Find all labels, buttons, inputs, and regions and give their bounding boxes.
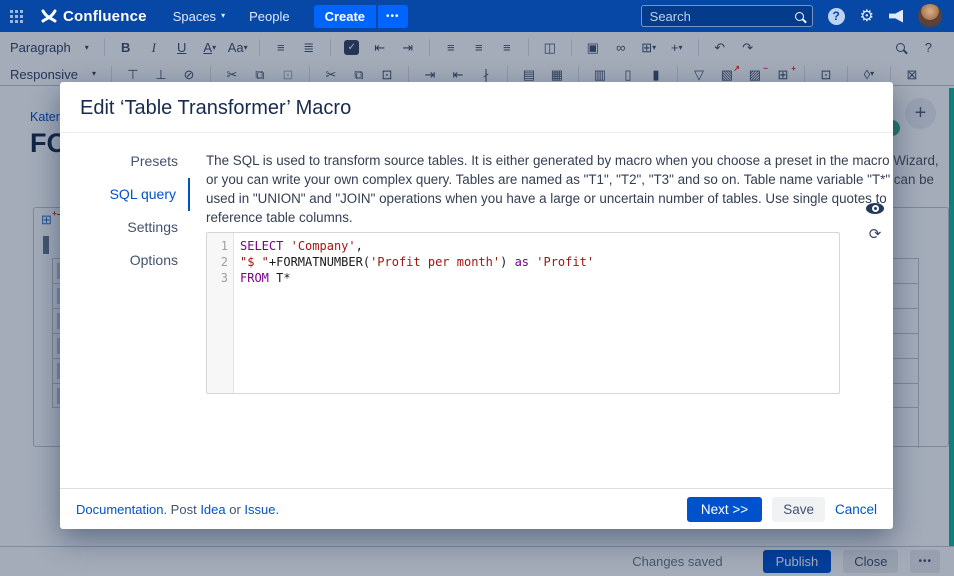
- footer-buttons: Next >> Save Cancel: [687, 497, 877, 522]
- confluence-logo[interactable]: Confluence: [41, 8, 147, 25]
- code-token: +FORMATNUMBER(: [269, 255, 370, 269]
- confluence-logo-icon: [41, 9, 57, 23]
- footer-text: . Post: [163, 502, 200, 517]
- gear-icon[interactable]: ⚙: [860, 6, 874, 26]
- nav-people-label: People: [249, 9, 289, 24]
- line-number: 2: [207, 254, 234, 270]
- nav-spaces-label: Spaces: [173, 9, 216, 24]
- dialog-title: Edit ‘Table Transformer’ Macro: [60, 82, 893, 133]
- logo-text: Confluence: [63, 8, 147, 25]
- code-token: ): [500, 255, 514, 269]
- tab-presets[interactable]: Presets: [60, 145, 190, 178]
- help-icon[interactable]: ?: [828, 8, 845, 25]
- code-token: 'Profit': [536, 255, 594, 269]
- code-token: ,: [356, 239, 363, 253]
- description-line: used in "UNION" and "JOIN" operations wh…: [206, 189, 939, 208]
- preview-eye-icon[interactable]: [866, 203, 884, 214]
- code-line: 1SELECT 'Company',: [207, 238, 839, 254]
- code-token: FROM: [240, 271, 269, 285]
- next-button[interactable]: Next >>: [687, 497, 762, 522]
- editor-lines: 1SELECT 'Company',2"$ "+FORMATNUMBER('Pr…: [207, 233, 839, 286]
- tab-settings[interactable]: Settings: [60, 211, 190, 244]
- nav-spaces[interactable]: Spaces ▾: [173, 9, 225, 24]
- code-line: 3FROM T*: [207, 270, 839, 286]
- tab-options[interactable]: Options: [60, 244, 190, 277]
- line-number: 3: [207, 270, 234, 286]
- code-token: T*: [269, 271, 291, 285]
- sql-editor[interactable]: 1SELECT 'Company',2"$ "+FORMATNUMBER('Pr…: [206, 232, 840, 394]
- user-avatar[interactable]: [918, 4, 942, 28]
- footer-text: or: [226, 502, 245, 517]
- app-switcher-icon[interactable]: [10, 10, 23, 23]
- description-line: reference table columns.: [206, 208, 939, 227]
- footer-link[interactable]: Idea: [200, 502, 225, 517]
- global-search-input[interactable]: Search: [641, 5, 813, 27]
- code-token: 'Company': [291, 239, 356, 253]
- tab-sql-query[interactable]: SQL query: [60, 178, 190, 211]
- create-button[interactable]: Create: [314, 5, 376, 28]
- code-token: 'Profit per month': [370, 255, 500, 269]
- code-token: [283, 239, 290, 253]
- description-line: The SQL is used to transform source tabl…: [206, 151, 939, 170]
- dialog-content: The SQL is used to transform source tabl…: [190, 133, 954, 488]
- search-icon: [795, 12, 804, 21]
- dialog-tab-list: PresetsSQL querySettingsOptions: [60, 133, 190, 488]
- nav-people[interactable]: People: [249, 9, 289, 24]
- footer-link[interactable]: Issue: [244, 502, 275, 517]
- code-text: SELECT 'Company',: [234, 238, 363, 254]
- edit-macro-dialog: Edit ‘Table Transformer’ Macro PresetsSQ…: [60, 82, 893, 529]
- dialog-footer: Documentation. Post Idea or Issue. Next …: [60, 488, 893, 529]
- description-line: or you can write your own complex query.…: [206, 170, 939, 189]
- code-token: SELECT: [240, 239, 283, 253]
- code-token: as: [515, 255, 529, 269]
- nav-left-group: Confluence Spaces ▾ People Create •••: [0, 5, 408, 28]
- sql-description: The SQL is used to transform source tabl…: [206, 151, 939, 227]
- code-text: FROM T*: [234, 270, 291, 286]
- dialog-icon-rail: ⟳: [866, 203, 884, 242]
- code-token: "$ ": [240, 255, 269, 269]
- footer-link[interactable]: Documentation: [76, 502, 163, 517]
- line-number: 1: [207, 238, 234, 254]
- chevron-down-icon: ▾: [221, 12, 225, 20]
- dialog-body: PresetsSQL querySettingsOptions The SQL …: [60, 133, 893, 488]
- save-button[interactable]: Save: [772, 497, 825, 522]
- cancel-button[interactable]: Cancel: [835, 502, 877, 517]
- code-line: 2"$ "+FORMATNUMBER('Profit per month') a…: [207, 254, 839, 270]
- top-navigation-bar: Confluence Spaces ▾ People Create ••• Se…: [0, 0, 954, 32]
- nav-right-group: Search ? ⚙: [641, 4, 954, 28]
- footer-links: Documentation. Post Idea or Issue.: [76, 502, 279, 517]
- code-text: "$ "+FORMATNUMBER('Profit per month') as…: [234, 254, 594, 270]
- refresh-icon[interactable]: ⟳: [869, 227, 882, 242]
- create-more-button[interactable]: •••: [378, 5, 408, 28]
- search-placeholder: Search: [650, 9, 789, 24]
- footer-text: .: [276, 502, 280, 517]
- megaphone-icon[interactable]: [889, 10, 903, 23]
